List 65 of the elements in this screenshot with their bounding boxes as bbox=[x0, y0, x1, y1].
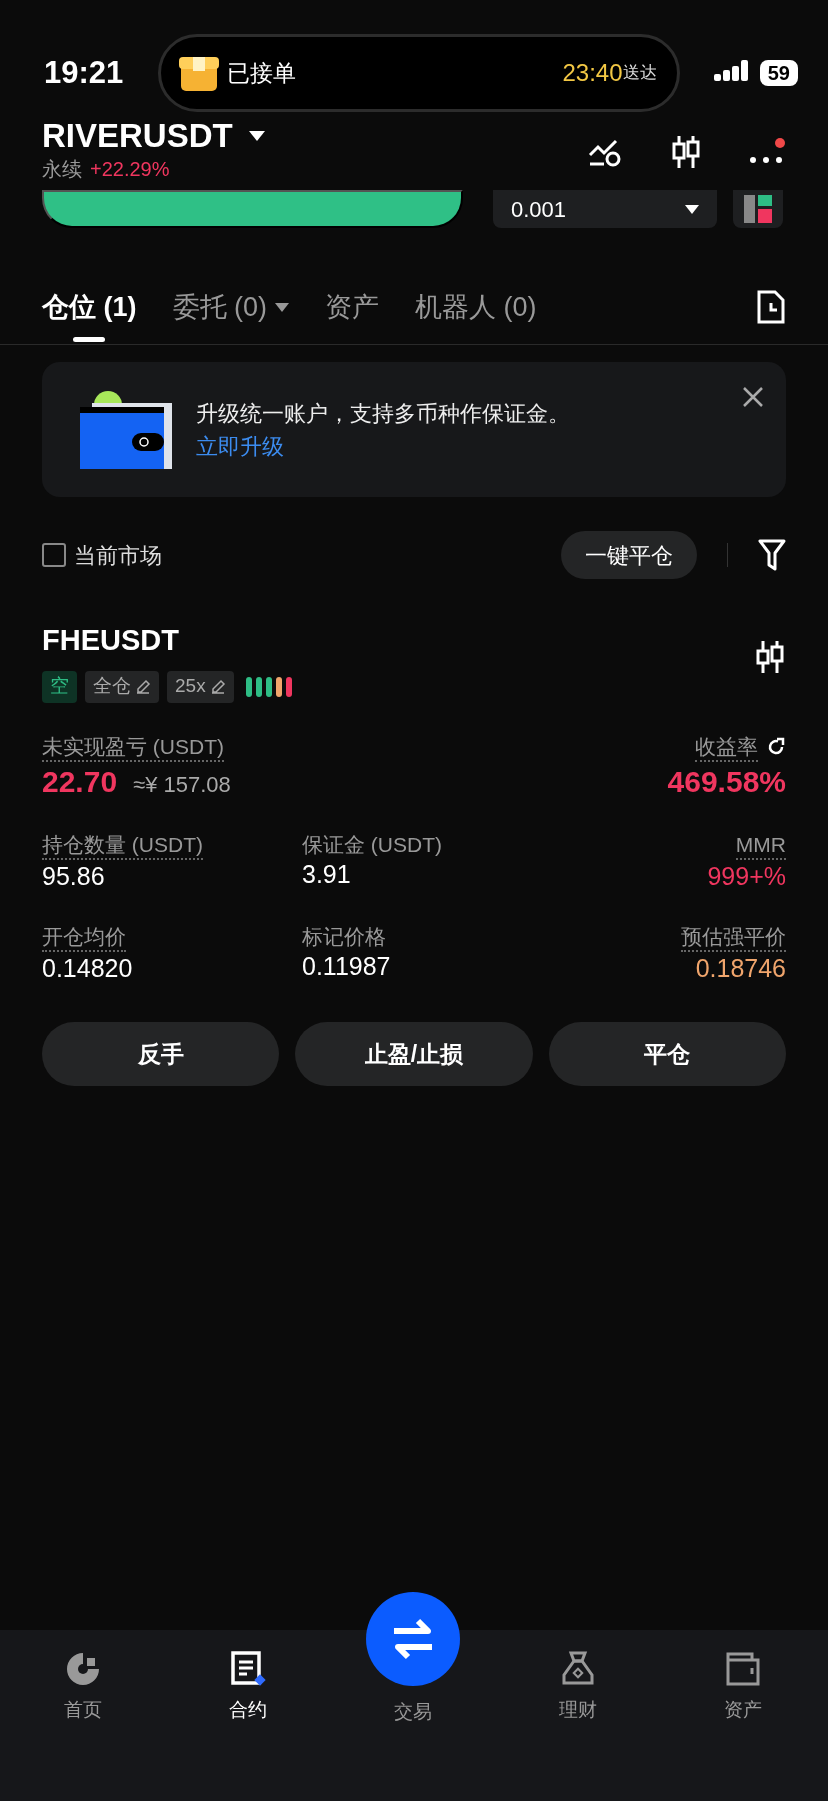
quantity-select[interactable]: 0.001 bbox=[493, 190, 717, 228]
filter-icon[interactable] bbox=[758, 539, 786, 571]
checkbox[interactable] bbox=[42, 543, 66, 567]
layout-button[interactable] bbox=[733, 190, 783, 228]
metric-value: 0.11987 bbox=[302, 950, 391, 982]
metric-value: 999+% bbox=[707, 861, 786, 893]
metric-value: 95.86 bbox=[42, 861, 105, 893]
eta-time: 23:40 bbox=[562, 58, 623, 88]
caret-icon[interactable] bbox=[248, 131, 265, 142]
nav-item[interactable]: 交易 bbox=[330, 1592, 495, 1727]
caret-icon bbox=[685, 204, 699, 214]
edit-icon bbox=[135, 678, 151, 695]
metric-label[interactable]: 预估强平价 bbox=[681, 922, 786, 952]
converted-value: ≈¥ 157.08 bbox=[133, 770, 231, 799]
upgrade-link[interactable]: 立即升级 bbox=[196, 429, 284, 463]
close-all-button[interactable]: 一键平仓 bbox=[561, 531, 697, 579]
battery-indicator: 59 bbox=[759, 60, 798, 86]
nav-item[interactable]: 首页 bbox=[0, 1630, 165, 1725]
checkbox-label: 当前市场 bbox=[74, 541, 162, 570]
sell-button[interactable] bbox=[42, 190, 463, 228]
editable-tag[interactable]: 25x bbox=[167, 670, 234, 703]
action-button[interactable]: 止盈/止损 bbox=[295, 1022, 533, 1087]
metric-value: 3.91 bbox=[302, 859, 351, 891]
nav-item[interactable]: 理财 bbox=[495, 1630, 660, 1725]
chart-alert-icon[interactable] bbox=[588, 137, 622, 167]
close-button[interactable] bbox=[742, 384, 764, 408]
metric-value: 469.58% bbox=[667, 763, 786, 800]
position-symbol: FHEUSDT bbox=[42, 623, 180, 658]
document-icon bbox=[228, 1650, 267, 1688]
eta-label: 送达 bbox=[622, 62, 657, 85]
candlestick-icon[interactable] bbox=[754, 639, 786, 675]
editable-tag[interactable]: 全仓 bbox=[85, 670, 159, 703]
contract-type: 永续 bbox=[42, 157, 82, 183]
quantity-value: 0.001 bbox=[511, 195, 567, 224]
symbol-title[interactable]: RIVERUSDT bbox=[42, 118, 233, 155]
metric-label: 保证金 (USDT) bbox=[302, 831, 442, 858]
layout-icon bbox=[744, 195, 772, 223]
wallet-icon bbox=[80, 390, 172, 469]
metric-value: 0.14820 bbox=[42, 952, 133, 984]
tab[interactable]: 机器人 (0) bbox=[415, 270, 537, 344]
metric-value: 0.18746 bbox=[695, 952, 786, 984]
history-icon[interactable] bbox=[756, 290, 786, 324]
time-text: 19:21 bbox=[44, 53, 124, 92]
tab[interactable]: 资产 bbox=[325, 270, 379, 344]
nav-item[interactable]: 资产 bbox=[660, 1630, 825, 1725]
close-icon bbox=[742, 385, 764, 408]
side-tag: 空 bbox=[42, 670, 77, 703]
metric-label[interactable]: 开仓均价 bbox=[42, 922, 126, 952]
nav-item[interactable]: 合约 bbox=[165, 1630, 330, 1725]
tab[interactable]: 仓位 (1) bbox=[42, 270, 137, 344]
more-icon[interactable] bbox=[750, 138, 786, 166]
banner-text: 升级统一账户，支持多币种作保证金。 bbox=[196, 399, 570, 428]
candlestick-icon[interactable] bbox=[670, 134, 702, 170]
metric-label[interactable]: 持仓数量 (USDT) bbox=[42, 830, 203, 861]
activity-label: 已接单 bbox=[226, 58, 296, 88]
action-button[interactable]: 平仓 bbox=[548, 1022, 786, 1087]
metric-label: 标记价格 bbox=[302, 923, 386, 950]
metric-label[interactable]: 收益率 bbox=[695, 732, 758, 762]
tab[interactable]: 委托 (0) bbox=[172, 270, 289, 344]
metric-value: 22.70 bbox=[42, 763, 118, 800]
action-button[interactable]: 反手 bbox=[42, 1022, 280, 1087]
metric-label[interactable]: 未实现盈亏 (USDT) bbox=[42, 732, 224, 762]
edit-icon bbox=[209, 678, 226, 695]
metric-label[interactable]: MMR bbox=[735, 830, 786, 861]
price-change: +22.29% bbox=[90, 157, 170, 183]
